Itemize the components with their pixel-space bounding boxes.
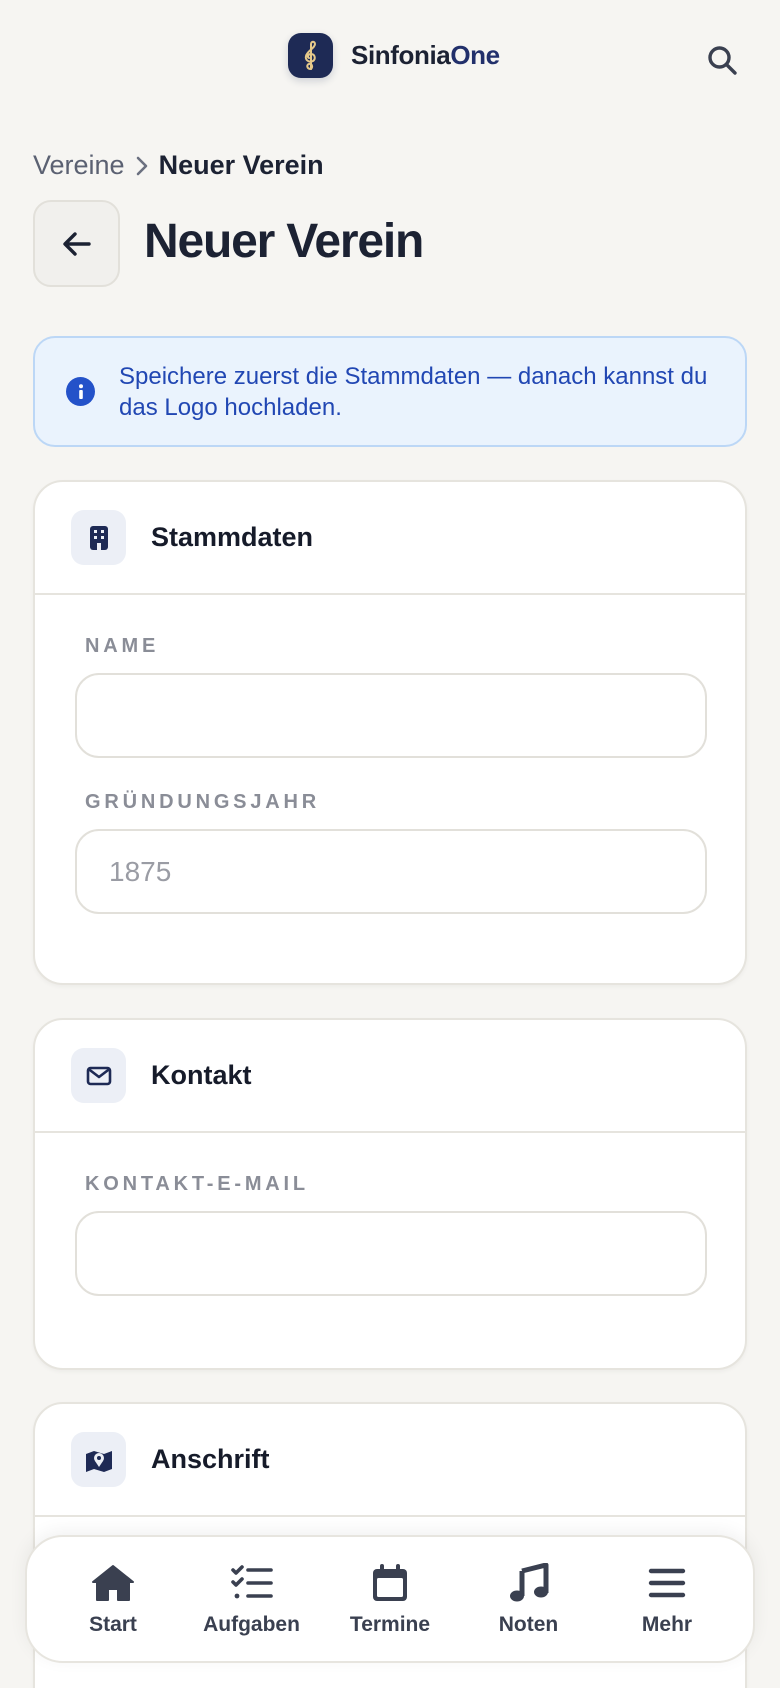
nav-item-termine[interactable]: Termine xyxy=(324,1561,456,1637)
search-button[interactable] xyxy=(700,38,744,82)
arrow-left-icon xyxy=(62,231,91,256)
building-icon xyxy=(71,510,126,565)
anschrift-card-header: Anschrift xyxy=(35,1404,745,1517)
kontakt-title: Kontakt xyxy=(151,1060,252,1090)
nav-item-mehr[interactable]: Mehr xyxy=(601,1561,733,1637)
nav-label-start: Start xyxy=(89,1613,137,1636)
kontakt-card-header: Kontakt xyxy=(35,1020,745,1133)
nav-item-start[interactable]: Start xyxy=(47,1561,179,1637)
tasks-icon xyxy=(230,1561,273,1605)
home-icon xyxy=(91,1561,135,1605)
page-title: Neuer Verein xyxy=(144,215,424,268)
nav-label-noten: Noten xyxy=(498,1613,559,1636)
treble-clef-icon xyxy=(288,33,333,78)
breadcrumb: Vereine Neuer Verein xyxy=(33,150,324,181)
menu-icon xyxy=(648,1561,686,1605)
mail-icon xyxy=(71,1048,126,1103)
music-note-icon xyxy=(509,1561,549,1605)
founding-year-input[interactable] xyxy=(75,829,707,914)
brand[interactable]: SinfoniaOne xyxy=(288,33,500,78)
map-icon xyxy=(71,1432,126,1487)
stammdaten-title: Stammdaten xyxy=(151,522,314,552)
contact-email-input[interactable] xyxy=(75,1211,707,1296)
nav-item-noten[interactable]: Noten xyxy=(463,1561,595,1637)
back-button[interactable] xyxy=(33,200,120,287)
breadcrumb-current: Neuer Verein xyxy=(158,150,324,180)
name-input[interactable] xyxy=(75,673,707,758)
kontakt-card: Kontakt KONTAKT-E-MAIL xyxy=(33,1018,747,1370)
breadcrumb-parent-link[interactable]: Vereine xyxy=(33,150,125,181)
kontakt-card-body: KONTAKT-E-MAIL xyxy=(35,1173,745,1296)
calendar-icon xyxy=(371,1561,409,1605)
search-icon xyxy=(708,46,737,75)
brand-name-part1: Sinfonia xyxy=(351,40,451,70)
contact-email-label: KONTAKT-E-MAIL xyxy=(85,1173,309,1195)
founding-year-label: GRÜNDUNGSJAHR xyxy=(85,791,320,813)
nav-label-termine: Termine xyxy=(349,1613,431,1636)
brand-name: SinfoniaOne xyxy=(351,40,500,71)
brand-name-part2: One xyxy=(450,40,500,70)
bottom-navigation: Start Aufgaben Termine Noten Mehr xyxy=(25,1535,755,1663)
nav-label-aufgaben: Aufgaben xyxy=(203,1613,300,1636)
stammdaten-card: Stammdaten NAME GRÜNDUNGSJAHR xyxy=(33,480,747,985)
name-label: NAME xyxy=(85,635,160,657)
anschrift-title: Anschrift xyxy=(151,1444,270,1474)
app-screen: SinfoniaOne Vereine Neuer Verein Neuer V… xyxy=(0,0,780,1688)
nav-label-mehr: Mehr xyxy=(641,1613,693,1636)
info-banner-text: Speichere zuerst die Stammdaten — danach… xyxy=(119,362,708,421)
stammdaten-card-body: NAME GRÜNDUNGSJAHR xyxy=(35,635,745,914)
info-icon xyxy=(66,377,95,406)
top-bar: SinfoniaOne xyxy=(0,0,780,112)
stammdaten-card-header: Stammdaten xyxy=(35,482,745,595)
chevron-right-icon xyxy=(136,156,147,175)
info-banner: Speichere zuerst die Stammdaten — danach… xyxy=(33,336,747,447)
nav-item-aufgaben[interactable]: Aufgaben xyxy=(186,1561,318,1637)
